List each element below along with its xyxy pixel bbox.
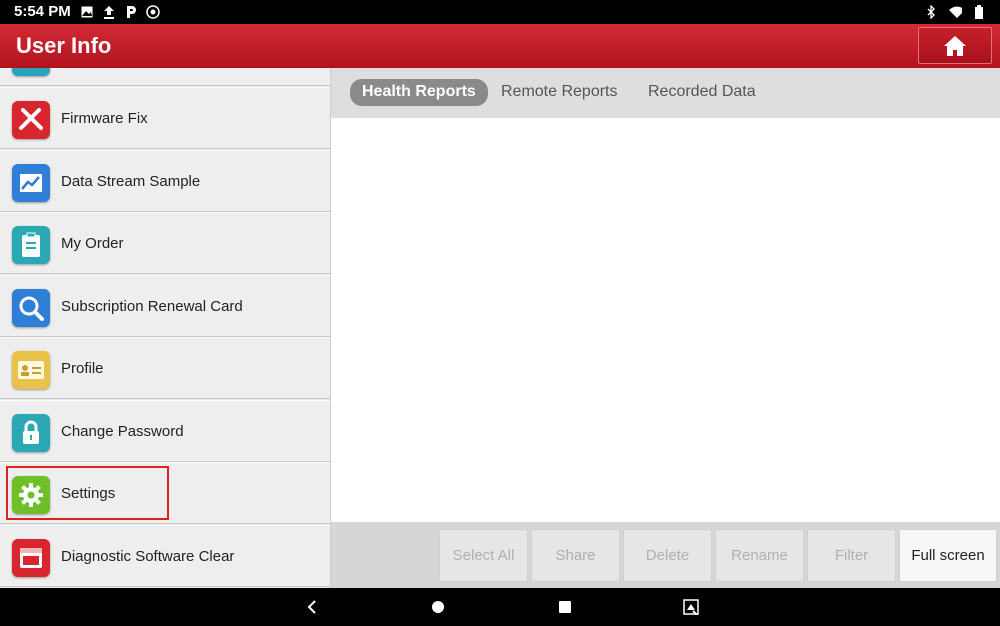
upload-icon xyxy=(102,4,116,19)
sidebar-item-label: Data Stream Sample xyxy=(61,173,201,190)
filter-button[interactable]: Filter xyxy=(807,529,896,582)
tab-bar: Health Reports Remote Reports Recorded D… xyxy=(331,68,1000,118)
page-title: User Info xyxy=(16,33,112,58)
select-all-button[interactable]: Select All xyxy=(439,529,528,582)
magnifier-icon xyxy=(12,289,50,327)
sidebar-item-diagnostic-software-clear[interactable]: Diagnostic Software Clear xyxy=(0,525,330,587)
report-list-area xyxy=(331,118,1000,522)
back-icon[interactable] xyxy=(302,597,322,617)
clipboard-icon xyxy=(12,226,50,264)
navigation-bar xyxy=(0,588,1000,626)
screenshot-icon[interactable] xyxy=(681,597,701,617)
p-icon xyxy=(124,4,138,19)
sidebar-item-label: Subscription Renewal Card xyxy=(61,298,243,315)
sidebar-item-partial[interactable] xyxy=(0,68,330,86)
rename-button[interactable]: Rename xyxy=(715,529,804,582)
sidebar-item-label: Change Password xyxy=(61,423,184,440)
sidebar-item-label: Profile xyxy=(61,360,104,377)
home-circle-icon[interactable] xyxy=(428,597,448,617)
title-bar: User Info xyxy=(0,24,1000,68)
bluetooth-icon xyxy=(924,4,938,19)
wifi-icon xyxy=(948,4,962,19)
status-bar: 5:54 PM xyxy=(0,0,1000,24)
sidebar-item-change-password[interactable]: Change Password xyxy=(0,400,330,462)
recents-icon[interactable] xyxy=(555,597,575,617)
home-button[interactable] xyxy=(918,27,992,64)
sidebar-item-label: Firmware Fix xyxy=(61,110,148,127)
share-button[interactable]: Share xyxy=(531,529,620,582)
full-screen-button[interactable]: Full screen xyxy=(899,529,997,582)
image-icon xyxy=(80,4,94,19)
partial-icon xyxy=(12,68,50,76)
sidebar-item-data-stream-sample[interactable]: Data Stream Sample xyxy=(0,150,330,212)
sidebar-item-label: Diagnostic Software Clear xyxy=(61,548,235,565)
settings-highlight-box xyxy=(6,466,169,520)
chart-icon xyxy=(12,164,50,202)
home-icon xyxy=(944,35,966,56)
sidebar-item-firmware-fix[interactable]: Firmware Fix xyxy=(0,87,330,149)
tab-remote-reports[interactable]: Remote Reports xyxy=(501,79,618,106)
tools-icon xyxy=(12,101,50,139)
sync-icon xyxy=(146,4,160,19)
sidebar-item-my-order[interactable]: My Order xyxy=(0,212,330,274)
tab-health-reports[interactable]: Health Reports xyxy=(350,79,488,106)
action-bar: Select All Share Delete Rename Filter Fu… xyxy=(331,522,1000,588)
sidebar-item-label: My Order xyxy=(61,235,124,252)
sidebar-item-profile[interactable]: Profile xyxy=(0,337,330,399)
status-time: 5:54 PM xyxy=(14,3,71,20)
window-icon xyxy=(12,539,50,577)
battery-icon xyxy=(972,4,986,19)
id-card-icon xyxy=(12,351,50,389)
main-panel: Health Reports Remote Reports Recorded D… xyxy=(331,68,1000,588)
sidebar-item-subscription-renewal-card[interactable]: Subscription Renewal Card xyxy=(0,275,330,337)
lock-icon xyxy=(12,414,50,452)
tab-recorded-data[interactable]: Recorded Data xyxy=(648,79,756,106)
delete-button[interactable]: Delete xyxy=(623,529,712,582)
